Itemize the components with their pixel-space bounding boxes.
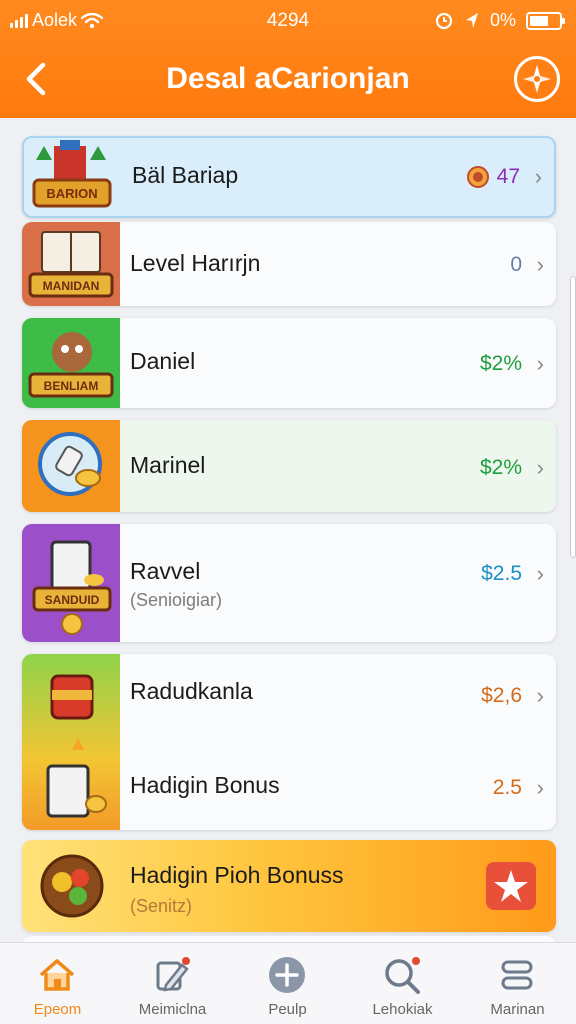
star-badge-icon <box>494 870 528 902</box>
chevron-right-icon: › <box>536 455 544 480</box>
list-item[interactable]: BENLIAM Daniel $2% › <box>22 318 556 408</box>
item-label: Marinel <box>130 452 206 478</box>
alarm-icon <box>435 12 453 29</box>
book-icon: MANIDAN <box>28 231 114 298</box>
tab-edit[interactable]: Meimiclna <box>115 943 230 1024</box>
item-badge: MANIDAN <box>43 279 100 293</box>
chevron-right-icon: › <box>536 351 544 376</box>
status-bar: Aolek 4294 0% <box>0 0 576 44</box>
list-item-group: Radudkanla $2,6 › Hadigin Bonus 2.5 › <box>22 654 556 830</box>
tab-menu[interactable]: Marinan <box>460 943 575 1024</box>
tab-label: Meimiclna <box>138 1001 207 1018</box>
item-value: 2.5 <box>492 776 522 799</box>
tab-add[interactable]: Peulp <box>230 943 345 1024</box>
item-badge: BARION <box>46 186 97 201</box>
compass-icon <box>523 65 551 93</box>
tab-label: Lehokiak <box>372 1001 433 1018</box>
item-label: Radudkanla <box>130 678 253 704</box>
character-icon: BENLIAM <box>28 332 114 398</box>
home-icon <box>39 959 75 991</box>
tab-home[interactable]: Epeom <box>0 943 115 1024</box>
item-label: Hadigin Pioh Bonuss <box>130 862 344 888</box>
item-thumbnail <box>22 654 120 830</box>
item-thumbnail: BENLIAM <box>22 318 120 408</box>
tab-label: Marinan <box>490 1001 545 1018</box>
list-item[interactable]: BARION Bäl Bariap 47 › <box>22 136 556 218</box>
edit-icon <box>156 957 190 992</box>
item-thumbnail: MANIDAN <box>22 222 120 306</box>
item-value: 47 <box>466 165 520 189</box>
item-label: Ravvel <box>130 558 201 584</box>
item-label: Bäl Bariap <box>132 162 239 188</box>
item-thumbnail <box>22 420 120 512</box>
chevron-right-icon: › <box>534 164 542 189</box>
item-badge: BENLIAM <box>44 379 99 393</box>
item-value: $2,6 <box>481 684 522 707</box>
item-value: $2% <box>479 456 522 479</box>
list-item[interactable]: SANDUID Ravvel (Senioigiar) $2.5 › <box>22 524 556 642</box>
add-icon <box>269 957 305 993</box>
tablet-coin-icon: SANDUID <box>32 540 112 635</box>
castle-icon: BARION <box>32 140 112 208</box>
menu-icon <box>501 960 533 990</box>
item-sublabel: (Senioigiar) <box>130 590 223 610</box>
coin-icon <box>466 166 489 188</box>
list-item[interactable]: Marinel $2% › <box>22 420 556 512</box>
chevron-right-icon: › <box>536 561 544 586</box>
item-thumbnail: SANDUID <box>22 524 120 642</box>
tab-bar: Epeom Meimiclna Peulp Lehokiak Marinan <box>0 942 576 1024</box>
item-value: $2% <box>479 352 522 375</box>
fruit-bowl-icon <box>40 854 104 918</box>
location-icon <box>465 12 478 28</box>
top-bar: Aolek 4294 0% Desal aCarionjan <box>0 0 576 118</box>
item-value: $2.5 <box>481 562 522 585</box>
battery-icon <box>526 11 565 30</box>
jar-coin-icon <box>38 432 102 496</box>
item-thumbnail <box>22 840 120 932</box>
chevron-right-icon: › <box>536 683 544 708</box>
chevron-right-icon: › <box>536 775 544 800</box>
bonus-action-button[interactable] <box>486 862 536 910</box>
item-label: Daniel <box>130 348 196 374</box>
search-icon <box>385 957 420 994</box>
tab-search[interactable]: Lehokiak <box>345 943 460 1024</box>
list-item[interactable]: MANIDAN Level Harırjn 0 › <box>22 222 556 306</box>
bag-icon <box>46 674 107 818</box>
scroll-indicator[interactable] <box>570 276 576 558</box>
item-thumbnail: BARION <box>24 138 122 216</box>
item-label: Hadigin Bonus <box>130 772 280 798</box>
battery-percent: 0% <box>489 10 516 30</box>
item-badge: SANDUID <box>45 593 100 607</box>
item-value: 0 <box>510 253 522 276</box>
tab-label: Epeom <box>33 1001 82 1018</box>
bonus-banner[interactable]: Hadigin Pioh Bonuss (Senitz) <box>22 840 556 932</box>
chevron-right-icon: › <box>536 252 544 277</box>
item-label: Level Harırjn <box>130 250 261 276</box>
item-sublabel: (Senitz) <box>130 896 193 916</box>
page-title: Desal aCarionjan <box>166 62 410 95</box>
tab-label: Peulp <box>268 1001 307 1018</box>
compass-button[interactable] <box>514 56 560 102</box>
